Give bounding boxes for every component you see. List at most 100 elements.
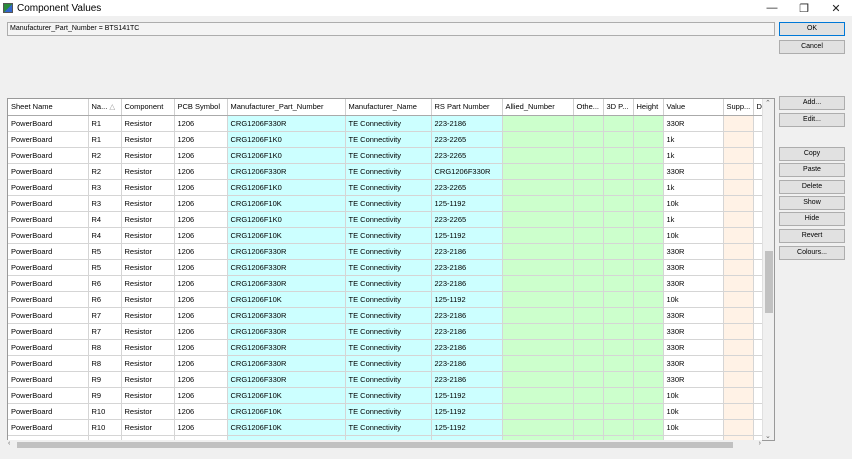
table-cell[interactable]: 330R [663,307,724,324]
table-cell[interactable]: Resistor [121,339,175,356]
column-header[interactable]: PCB Symbol [174,99,228,116]
table-cell[interactable] [633,403,664,420]
table-cell[interactable] [573,243,604,260]
table-cell[interactable]: Resistor [121,115,175,132]
table-cell[interactable]: R8 [88,339,122,356]
table-cell[interactable]: 10k [663,195,724,212]
table-cell[interactable] [633,227,664,244]
table-cell[interactable]: Resistor [121,403,175,420]
table-row[interactable]: PowerBoard R6 Resistor 1206 CRG1206F10K TE Co… [8,291,774,308]
table-cell[interactable]: 223-2265 [431,211,503,228]
table-cell[interactable]: 330R [663,323,724,340]
table-cell[interactable]: 330R [663,371,724,388]
table-cell[interactable] [573,355,604,372]
table-cell[interactable]: CRG1206F1K0 [227,131,346,148]
table-cell[interactable] [633,419,664,436]
table-cell[interactable]: 223-2186 [431,323,503,340]
table-cell[interactable]: 10k [663,387,724,404]
table-cell[interactable]: CRG1206F1K0 [227,179,346,196]
table-cell[interactable]: CRG1206F330R [227,243,346,260]
table-cell[interactable]: PowerBoard [8,275,89,292]
table-cell[interactable] [502,307,574,324]
table-cell[interactable] [573,131,604,148]
table-cell[interactable] [633,275,664,292]
table-row[interactable]: PowerBoard R5 Resistor 1206 CRG1206F330R TE C… [8,259,774,276]
table-cell[interactable] [603,419,634,436]
revert-button[interactable]: Revert [779,229,845,243]
table-cell[interactable] [603,195,634,212]
paste-button[interactable]: Paste [779,163,845,177]
table-cell[interactable]: Resistor [121,195,175,212]
table-cell[interactable]: PowerBoard [8,147,89,164]
table-cell[interactable] [633,339,664,356]
table-cell[interactable]: 223-2186 [431,275,503,292]
table-cell[interactable]: 1206 [174,291,228,308]
table-cell[interactable]: PowerBoard [8,131,89,148]
column-header[interactable]: Supp... [723,99,754,116]
delete-button[interactable]: Delete [779,180,845,194]
table-cell[interactable] [573,339,604,356]
table-row[interactable]: PowerBoard R5 Resistor 1206 CRG1206F330R TE C… [8,243,774,260]
table-cell[interactable]: 125-1192 [431,227,503,244]
table-cell[interactable]: TE Connectivity [345,195,432,212]
table-cell[interactable]: TE Connectivity [345,307,432,324]
table-row[interactable]: PowerBoard R4 Resistor 1206 CRG1206F1K0 TE Co… [8,211,774,228]
table-cell[interactable]: R9 [88,387,122,404]
table-row[interactable]: PowerBoard R1 Resistor 1206 CRG1206F1K0 TE Co… [8,131,774,148]
table-cell[interactable] [573,115,604,132]
table-cell[interactable]: CRG1206F330R [227,163,346,180]
table-cell[interactable] [502,291,574,308]
table-cell[interactable]: Resistor [121,419,175,436]
table-cell[interactable]: R10 [88,403,122,420]
colours-button[interactable]: Colours... [779,246,845,260]
table-cell[interactable]: 1206 [174,195,228,212]
table-cell[interactable]: CRG1206F330R [227,323,346,340]
table-cell[interactable]: R7 [88,307,122,324]
table-cell[interactable]: PowerBoard [8,115,89,132]
table-cell[interactable]: TE Connectivity [345,291,432,308]
table-cell[interactable]: 223-2186 [431,307,503,324]
edit-button[interactable]: Edit... [779,113,845,127]
table-cell[interactable]: 1206 [174,179,228,196]
table-cell[interactable] [723,211,754,228]
table-cell[interactable] [723,227,754,244]
table-cell[interactable]: R3 [88,179,122,196]
table-cell[interactable]: 330R [663,355,724,372]
table-row[interactable]: PowerBoard R7 Resistor 1206 CRG1206F330R TE C… [8,307,774,324]
table-cell[interactable]: PowerBoard [8,211,89,228]
table-cell[interactable]: 330R [663,115,724,132]
table-cell[interactable]: R1 [88,115,122,132]
column-header[interactable]: Height [633,99,664,116]
table-cell[interactable] [633,291,664,308]
filter-expression-field[interactable]: Manufacturer_Part_Number = BTS141TC [7,22,775,36]
table-row[interactable]: PowerBoard R8 Resistor 1206 CRG1206F330R TE C… [8,355,774,372]
table-cell[interactable]: 330R [663,163,724,180]
horizontal-scrollbar[interactable]: ‹ › [7,440,762,450]
table-cell[interactable]: TE Connectivity [345,131,432,148]
table-cell[interactable]: 223-2186 [431,115,503,132]
table-cell[interactable]: 1k [663,179,724,196]
table-cell[interactable] [633,211,664,228]
column-header[interactable]: Sheet Name [8,99,89,116]
table-cell[interactable]: 223-2186 [431,371,503,388]
table-row[interactable]: PowerBoard R2 Resistor 1206 CRG1206F330R TE C… [8,163,774,180]
table-cell[interactable]: R6 [88,291,122,308]
table-cell[interactable] [723,291,754,308]
table-cell[interactable] [502,227,574,244]
table-cell[interactable]: 125-1192 [431,403,503,420]
table-cell[interactable] [723,195,754,212]
table-cell[interactable] [603,227,634,244]
table-row[interactable]: PowerBoard R3 Resistor 1206 CRG1206F1K0 TE Co… [8,179,774,196]
table-cell[interactable] [723,243,754,260]
table-cell[interactable] [502,243,574,260]
table-cell[interactable] [502,323,574,340]
table-row[interactable]: PowerBoard R10 Resistor 1206 CRG1206F10K TE C… [8,403,774,420]
table-cell[interactable]: Resistor [121,227,175,244]
cancel-button[interactable]: Cancel [779,40,845,54]
table-cell[interactable]: R8 [88,355,122,372]
table-cell[interactable]: CRG1206F10K [227,419,346,436]
table-cell[interactable]: 1206 [174,307,228,324]
table-cell[interactable]: 223-2265 [431,147,503,164]
scroll-down-icon[interactable]: ⌄ [765,432,771,440]
table-cell[interactable] [603,211,634,228]
